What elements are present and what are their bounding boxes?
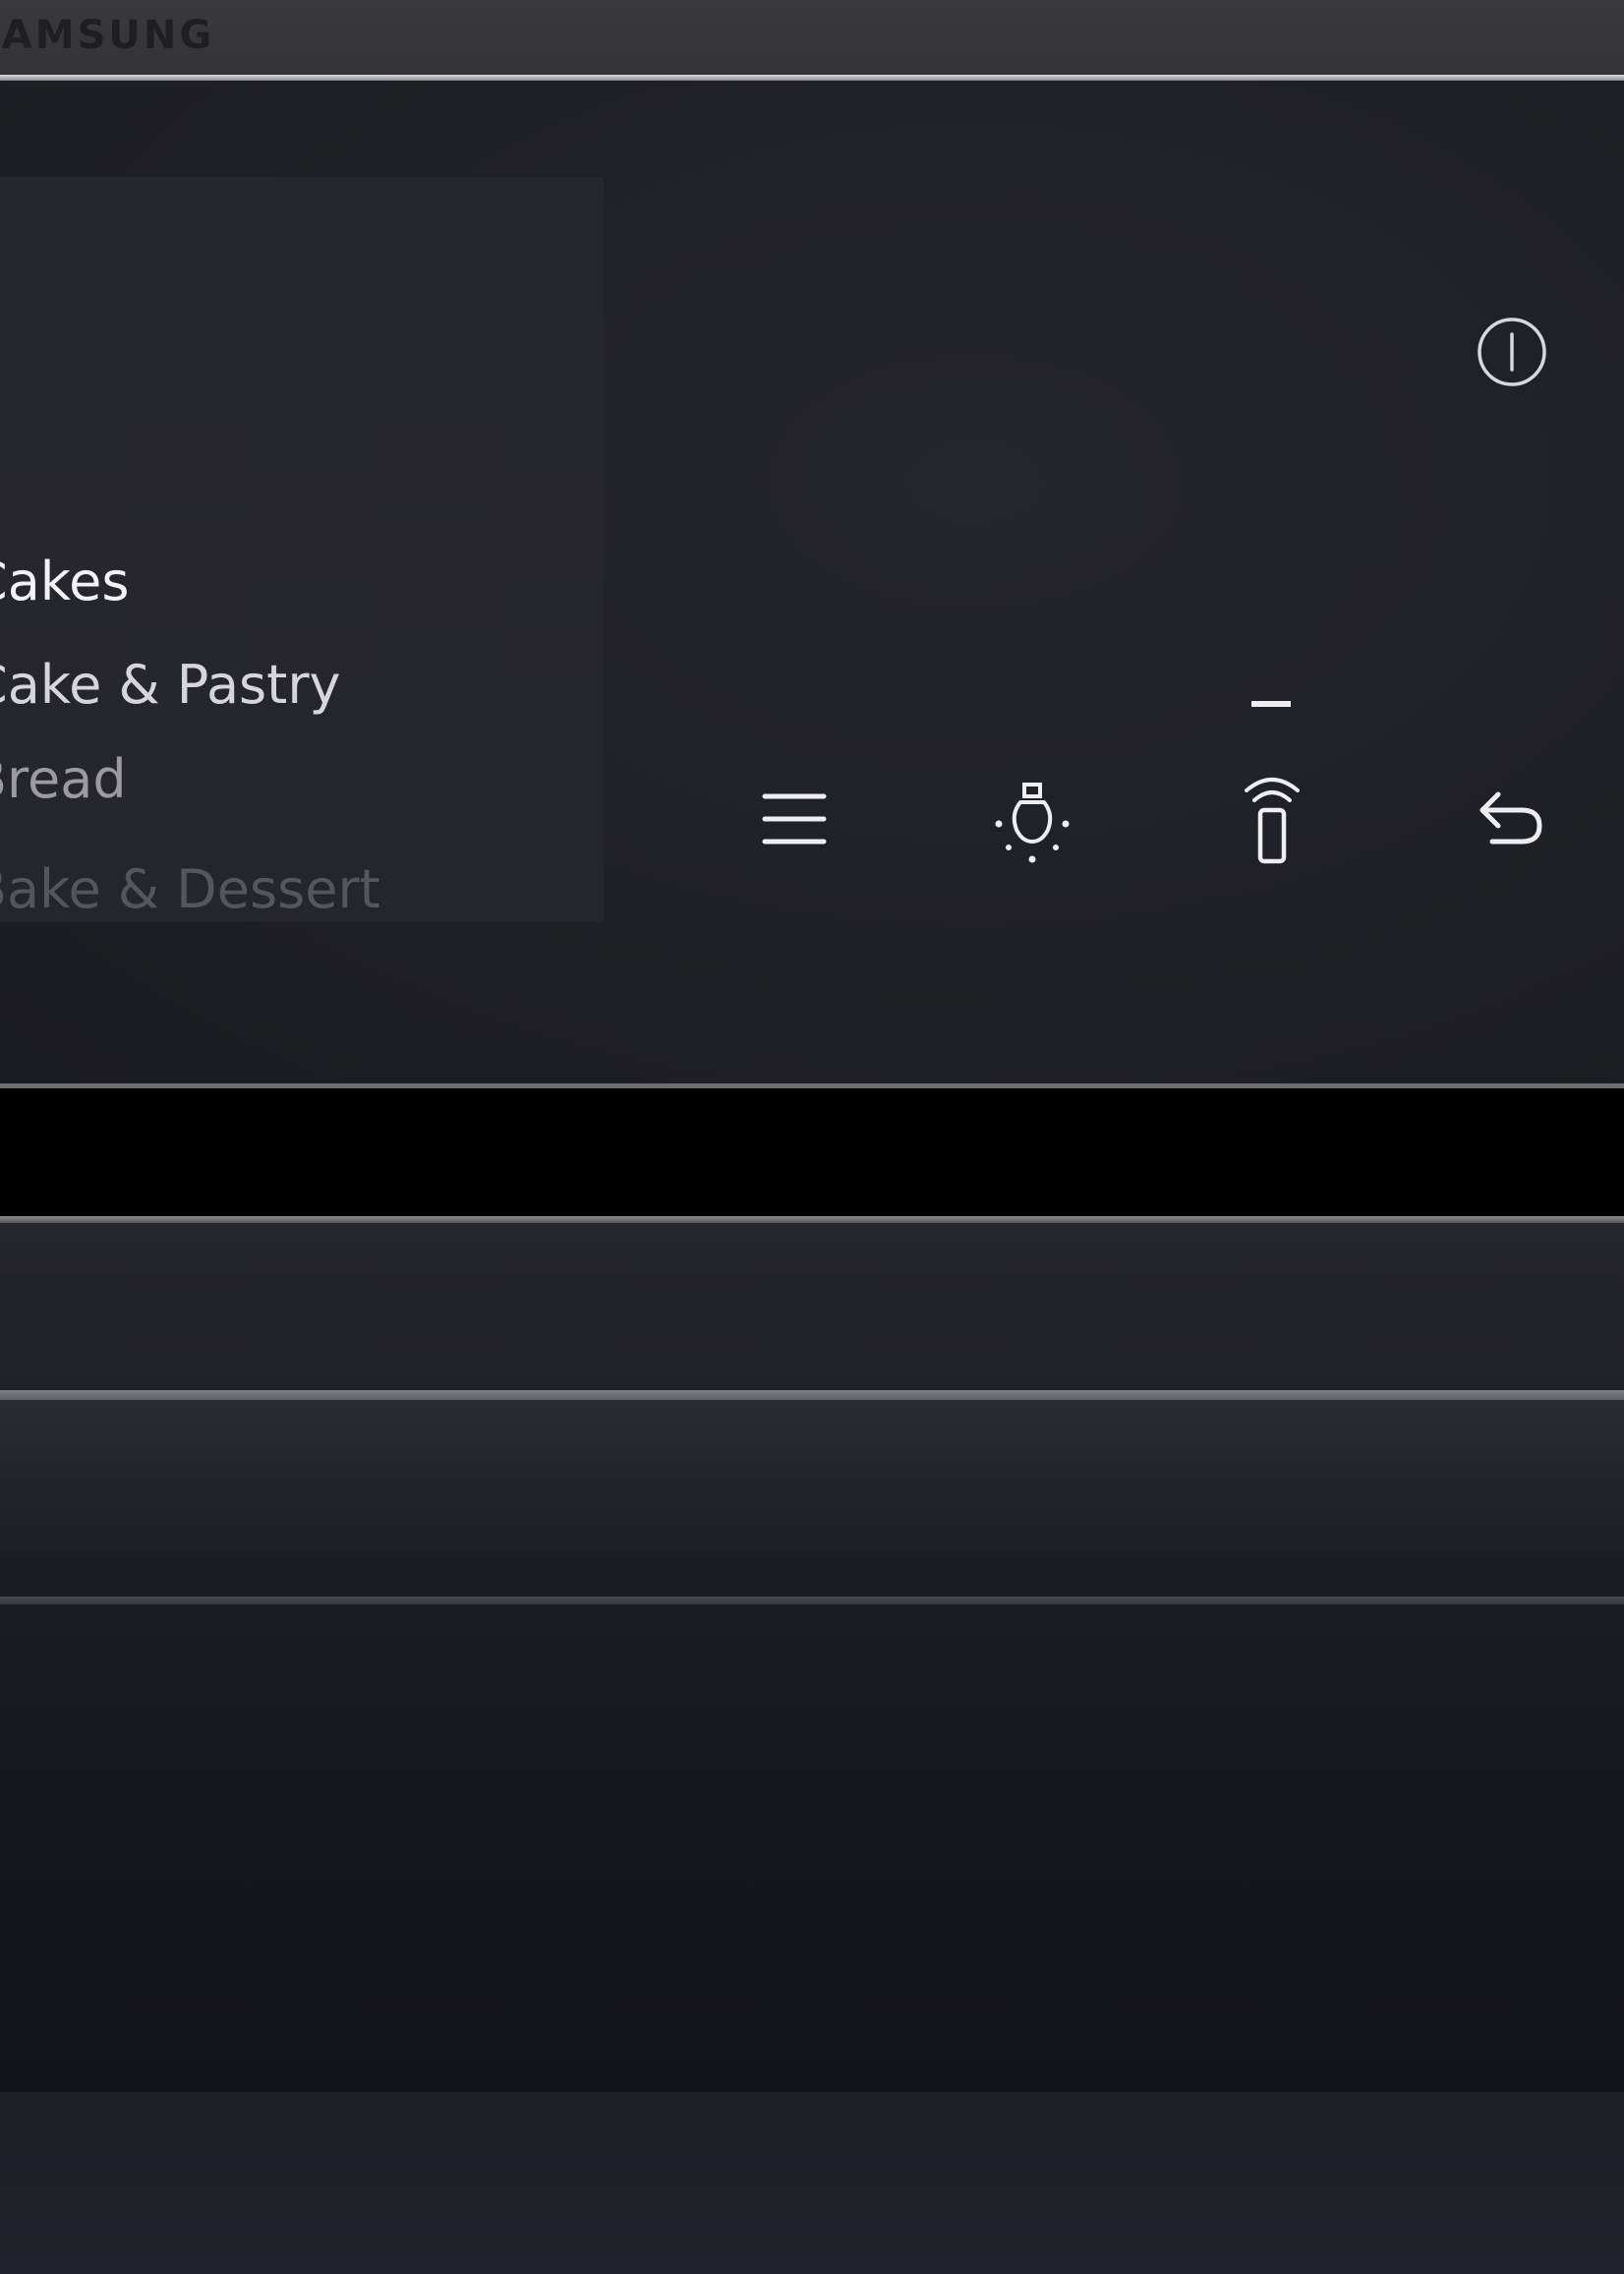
door-handle-edge [0,1390,1624,1400]
back-arrow-icon[interactable] [1475,785,1545,849]
door-handle[interactable] [0,1400,1624,1597]
vent-gap [0,1088,1624,1216]
door-handle-lower-edge [0,1597,1624,1604]
door-bottom-strip [0,2092,1624,2274]
brand-logo: SAMSUNG [0,13,215,58]
menu-display[interactable]: Cakes Cake & Pastry Bread Bake & Dessert [0,177,604,922]
power-icon[interactable] [1475,315,1549,389]
menu-icon[interactable] [759,787,830,851]
menu-item-selected[interactable]: Cakes [0,551,130,613]
brand-strip: SAMSUNG [0,0,1624,75]
light-bulb-icon[interactable] [993,779,1072,867]
remote-control-icon[interactable] [1235,769,1309,867]
menu-item[interactable]: Cake & Pastry [0,654,341,717]
menu-item[interactable]: Bake & Dessert [0,858,380,921]
remote-status-indicator [1251,701,1291,707]
menu-item[interactable]: Bread [0,748,127,811]
door-top-panel [0,1223,1624,1390]
door-top-edge [0,1216,1624,1223]
door-glass [0,1604,1624,2092]
